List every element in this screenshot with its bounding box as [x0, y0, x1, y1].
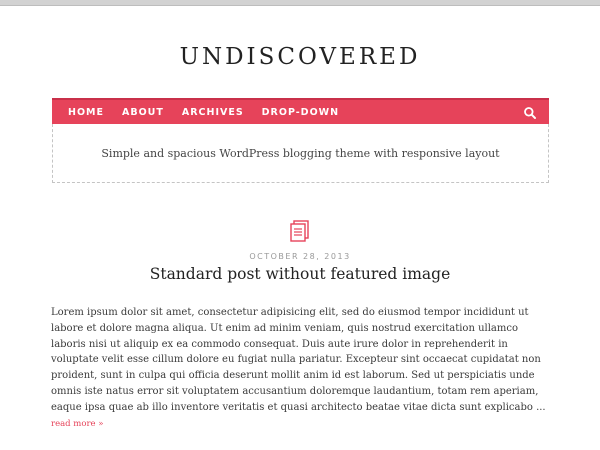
main-navigation: HOME ABOUT ARCHIVES DROP-DOWN: [52, 98, 549, 124]
nav-item-about[interactable]: ABOUT: [122, 107, 164, 118]
read-more-link[interactable]: read more »: [51, 419, 103, 429]
nav-item-archives[interactable]: ARCHIVES: [182, 107, 244, 118]
post-date: OCTOBER 28, 2013: [249, 252, 351, 261]
post-excerpt: Lorem ipsum dolor sit amet, consectetur …: [51, 305, 551, 432]
search-icon[interactable]: [523, 105, 537, 119]
tagline-box: Simple and spacious WordPress blogging t…: [52, 124, 549, 183]
document-icon: [288, 219, 312, 243]
post-title[interactable]: Standard post without featured image: [0, 265, 600, 283]
site-title[interactable]: UNDISCOVERED: [0, 44, 600, 70]
browser-top-strip: [0, 0, 600, 6]
post-excerpt-text: Lorem ipsum dolor sit amet, consectetur …: [51, 307, 546, 413]
site-tagline: Simple and spacious WordPress blogging t…: [101, 146, 500, 160]
nav-item-drop-down[interactable]: DROP-DOWN: [262, 107, 339, 118]
nav-item-home[interactable]: HOME: [68, 107, 104, 118]
